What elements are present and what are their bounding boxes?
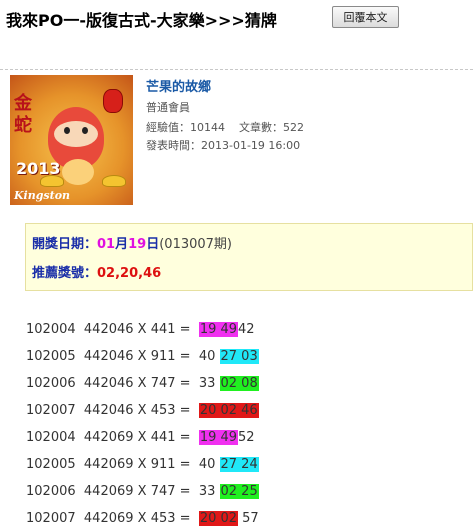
calc-id: 102005 xyxy=(26,457,76,472)
posts-value: 522 xyxy=(283,121,304,134)
snake-belly xyxy=(62,159,94,185)
username-link[interactable]: 芒果的故鄉 xyxy=(146,76,211,95)
draw-date-line: 開獎日期：01月19日(013007期) xyxy=(32,233,232,252)
calc-row: 102007 442069 X 453 = 20 02 57 xyxy=(26,510,259,528)
draw-day-unit: 日 xyxy=(146,237,160,252)
calc-row: 102006 442046 X 747 = 33 02 08 xyxy=(26,375,259,393)
calc-row: 102007 442046 X 453 = 20 02 46 xyxy=(26,402,259,420)
calc-id: 102005 xyxy=(26,349,76,364)
draw-period: (013007期) xyxy=(159,237,233,252)
user-stats: 經驗值：10144 文章數：522 xyxy=(146,119,304,135)
calc-highlight: 27 03 xyxy=(219,349,259,364)
user-rank: 普通會員 xyxy=(146,101,190,114)
calc-pre: 40 xyxy=(198,349,220,364)
calc-expr: 442046 X 911 = xyxy=(83,349,191,364)
snake-eye-left xyxy=(64,127,70,134)
posted-label: 發表時間： xyxy=(146,139,201,152)
exp-value: 10144 xyxy=(190,121,225,134)
avatar-year: 2013 xyxy=(16,159,61,178)
calc-id: 102006 xyxy=(26,376,76,391)
calc-highlight: 20 02 46 xyxy=(198,403,259,418)
calc-row: 102005 442046 X 911 = 40 27 03 xyxy=(26,348,259,366)
posted-value: 2013-01-19 16:00 xyxy=(201,139,301,152)
exp-label: 經驗值： xyxy=(146,121,190,134)
recommend-label: 推薦獎號： xyxy=(32,266,98,281)
calc-expr: 442069 X 911 = xyxy=(83,457,191,472)
calc-post: 42 xyxy=(238,322,255,337)
recommend-line: 推薦獎號：02,20,46 xyxy=(32,262,161,281)
reply-button[interactable]: 回覆本文 xyxy=(332,6,399,28)
calc-post: 52 xyxy=(238,430,255,445)
draw-month-unit: 月 xyxy=(115,237,129,252)
draw-month: 01 xyxy=(97,237,116,252)
calc-highlight: 19 49 xyxy=(198,430,239,445)
avatar-calligraphy: 金蛇 xyxy=(14,93,32,136)
avatar-brand: Kingston xyxy=(14,189,71,202)
gold-ingot-icon xyxy=(102,175,126,187)
avatar[interactable]: 金蛇 2013 Kingston xyxy=(10,75,133,205)
calc-expr: 442069 X 453 = xyxy=(83,511,191,526)
calc-pre: 33 xyxy=(198,484,220,499)
calc-row: 102004 442069 X 441 = 19 4952 xyxy=(26,429,255,447)
recommend-numbers: 02,20,46 xyxy=(97,266,162,281)
post-header: 我來PO一-版復古式-大家樂>>>猜牌 回覆本文 xyxy=(0,0,473,40)
calc-highlight: 02 25 xyxy=(219,484,259,499)
divider xyxy=(0,69,473,70)
calc-highlight: 19 49 xyxy=(198,322,239,337)
calc-pre: 33 xyxy=(198,376,220,391)
calc-id: 102006 xyxy=(26,484,76,499)
calc-post: 57 xyxy=(238,511,259,526)
snake-eye-right xyxy=(82,127,88,134)
draw-info-box: 開獎日期：01月19日(013007期) 推薦獎號：02,20,46 xyxy=(25,223,473,291)
draw-day: 19 xyxy=(128,237,147,252)
lantern-icon xyxy=(103,89,123,113)
calc-expr: 442069 X 441 = xyxy=(83,430,191,445)
snake-face xyxy=(54,121,98,147)
calc-expr: 442046 X 747 = xyxy=(83,376,191,391)
post-time: 發表時間：2013-01-19 16:00 xyxy=(146,137,300,153)
calc-expr: 442069 X 747 = xyxy=(83,484,191,499)
calc-expr: 442046 X 441 = xyxy=(83,322,191,337)
calc-id: 102004 xyxy=(26,322,76,337)
draw-date-label: 開獎日期： xyxy=(32,237,98,252)
calc-id: 102007 xyxy=(26,403,76,418)
calc-highlight: 20 02 xyxy=(198,511,239,526)
calc-expr: 442046 X 453 = xyxy=(83,403,191,418)
calc-highlight: 27 24 xyxy=(219,457,259,472)
calc-row: 102006 442069 X 747 = 33 02 25 xyxy=(26,483,259,501)
calc-id: 102004 xyxy=(26,430,76,445)
posts-label: 文章數： xyxy=(239,121,283,134)
calc-highlight: 02 08 xyxy=(219,376,259,391)
calc-row: 102005 442069 X 911 = 40 27 24 xyxy=(26,456,259,474)
post-title: 我來PO一-版復古式-大家樂>>>猜牌 xyxy=(6,11,277,30)
calc-row: 102004 442046 X 441 = 19 4942 xyxy=(26,321,255,339)
calc-pre: 40 xyxy=(198,457,220,472)
calc-id: 102007 xyxy=(26,511,76,526)
